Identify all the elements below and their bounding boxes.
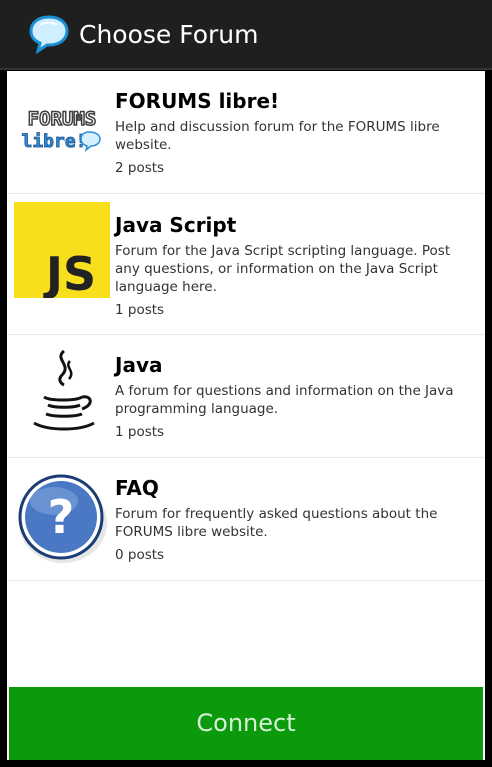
javascript-logo-icon: JS [14, 202, 110, 298]
forum-post-count: 1 posts [115, 302, 165, 318]
forum-item-java-script[interactable]: JS Java Script Forum for the Java Script… [7, 194, 485, 335]
forum-post-count: 0 posts [115, 547, 165, 563]
action-bar: Choose Forum [0, 0, 492, 70]
forum-description: Forum for the Java Script scripting lang… [115, 243, 451, 295]
forum-title: FORUMS libre! [115, 89, 280, 113]
svg-text:FORUMS: FORUMS [28, 108, 97, 130]
forum-title: FAQ [115, 476, 159, 500]
forum-item-faq[interactable]: ? FAQ Forum for frequently asked questio… [7, 458, 485, 581]
forum-item-java[interactable]: Java A forum for questions and informati… [7, 335, 485, 458]
forum-title: Java [115, 353, 163, 377]
page-title: Choose Forum [79, 20, 259, 49]
forum-post-count: 1 posts [115, 424, 165, 440]
connect-button[interactable]: Connect [9, 687, 483, 760]
app-screen: Choose Forum FORUMS libre! FORUMS libre!… [0, 0, 492, 767]
forum-description: Forum for frequently asked questions abo… [115, 506, 438, 540]
forum-list[interactable]: FORUMS libre! FORUMS libre! Help and dis… [7, 71, 485, 687]
question-mark-icon: ? [14, 471, 110, 567]
svg-text:?: ? [48, 490, 75, 544]
forum-description: A forum for questions and information on… [115, 383, 454, 417]
forum-title: Java Script [115, 213, 237, 237]
forum-item-forums-libre[interactable]: FORUMS libre! FORUMS libre! Help and dis… [7, 71, 485, 194]
svg-text:libre!: libre! [21, 131, 86, 152]
forum-description: Help and discussion forum for the FORUMS… [115, 119, 440, 153]
svg-text:JS: JS [43, 247, 96, 298]
forum-post-count: 2 posts [115, 160, 165, 176]
java-coffee-cup-logo-icon [14, 345, 110, 441]
connect-bar: Connect [7, 687, 485, 760]
forums-libre-logo-icon: FORUMS libre! [14, 84, 110, 180]
speech-bubble-icon [29, 15, 69, 54]
